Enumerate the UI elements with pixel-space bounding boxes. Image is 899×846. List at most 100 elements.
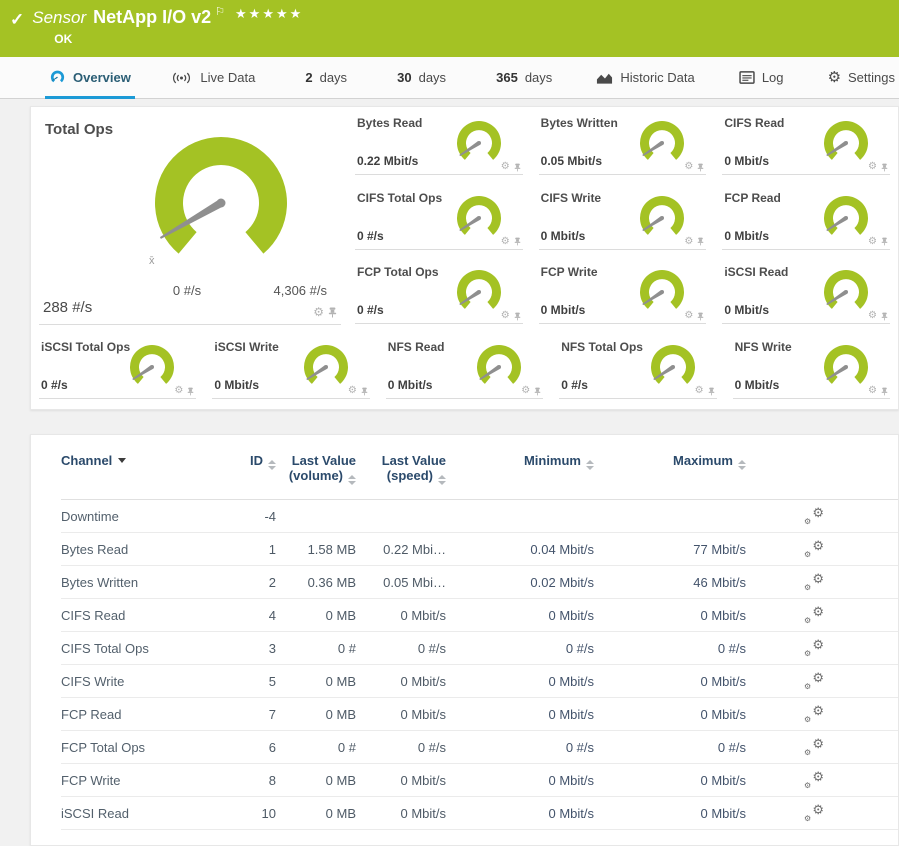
channel-name-cell: FCP Write bbox=[61, 773, 236, 788]
channel-gauge[interactable]: Bytes Written 0.05 Mbit/s ⚙ bbox=[539, 113, 707, 175]
gauge-settings-icon[interactable]: ⚙ bbox=[501, 237, 510, 247]
channel-gauge[interactable]: CIFS Total Ops 0 #/s ⚙ bbox=[355, 188, 523, 250]
gauge-settings-icon[interactable]: ⚙ bbox=[521, 386, 530, 396]
gauge-settings-icon[interactable]: ⚙ bbox=[684, 162, 693, 172]
gauge-settings-icon[interactable]: ⚙ bbox=[868, 237, 877, 247]
pin-icon[interactable] bbox=[881, 163, 888, 172]
tab-historic-data[interactable]: Historic Data bbox=[592, 57, 698, 98]
channel-gauge[interactable]: iSCSI Read 0 Mbit/s ⚙ bbox=[722, 262, 890, 324]
tab-bar: Overview Live Data 2 days 30 days 365 da… bbox=[0, 57, 899, 99]
maximum-cell: 0 Mbit/s bbox=[594, 806, 746, 821]
flag-icon[interactable]: ⚐ bbox=[215, 5, 225, 18]
sort-icon[interactable] bbox=[738, 460, 746, 470]
channel-gauge[interactable]: FCP Write 0 Mbit/s ⚙ bbox=[539, 262, 707, 324]
channel-settings-icon[interactable]: ⚙⚙ bbox=[804, 706, 824, 723]
gauge-settings-icon[interactable]: ⚙ bbox=[684, 237, 693, 247]
tab-live-data[interactable]: Live Data bbox=[166, 57, 259, 98]
gauge-title: Bytes Written bbox=[541, 116, 618, 130]
column-header-channel[interactable]: Channel bbox=[61, 453, 236, 485]
tab-30-days[interactable]: 30 days bbox=[393, 57, 450, 98]
channel-settings-icon[interactable]: ⚙⚙ bbox=[804, 739, 824, 756]
channel-settings-icon[interactable]: ⚙⚙ bbox=[804, 541, 824, 558]
gauge-value: 0 Mbit/s bbox=[541, 303, 586, 317]
gauge-dial bbox=[818, 343, 874, 393]
channel-settings-icon[interactable]: ⚙⚙ bbox=[804, 673, 824, 690]
last-value-speed-cell: 0 Mbit/s bbox=[356, 806, 446, 821]
channel-settings-icon[interactable]: ⚙⚙ bbox=[804, 640, 824, 657]
tab-365-days[interactable]: 365 days bbox=[492, 57, 556, 98]
sort-icon[interactable] bbox=[348, 475, 356, 485]
pin-icon[interactable] bbox=[361, 387, 368, 396]
pin-icon[interactable] bbox=[881, 387, 888, 396]
minimum-cell: 0.02 Mbit/s bbox=[446, 575, 594, 590]
channel-gauge[interactable]: NFS Total Ops 0 #/s ⚙ bbox=[559, 337, 716, 399]
channel-settings-icon[interactable]: ⚙⚙ bbox=[804, 607, 824, 624]
gauge-settings-icon[interactable]: ⚙ bbox=[695, 386, 704, 396]
pin-icon[interactable] bbox=[514, 163, 521, 172]
gauge-settings-icon[interactable]: ⚙ bbox=[868, 386, 877, 396]
area-chart-icon bbox=[596, 71, 613, 85]
gauge-settings-icon[interactable]: ⚙ bbox=[868, 162, 877, 172]
main-gauge-total-ops[interactable]: Total Ops x̄ 0 #/s 4,306 #/s 288 #/s ⚙ bbox=[39, 113, 341, 325]
channel-gauge[interactable]: CIFS Write 0 Mbit/s ⚙ bbox=[539, 188, 707, 250]
channel-gauge[interactable]: CIFS Read 0 Mbit/s ⚙ bbox=[722, 113, 890, 175]
gauge-settings-icon[interactable]: ⚙ bbox=[313, 306, 324, 318]
channel-gauge[interactable]: iSCSI Total Ops 0 #/s ⚙ bbox=[39, 337, 196, 399]
id-cell: 4 bbox=[236, 608, 276, 623]
sort-icon[interactable] bbox=[586, 460, 594, 470]
column-header-last-value-speed[interactable]: Last Value (speed) bbox=[356, 453, 446, 485]
last-value-volume-cell: 0.36 MB bbox=[276, 575, 356, 590]
pin-icon[interactable] bbox=[881, 237, 888, 246]
gauge-dial bbox=[634, 119, 690, 169]
pin-icon[interactable] bbox=[697, 163, 704, 172]
channel-name-cell: FCP Read bbox=[61, 707, 236, 722]
last-value-volume-cell: 1.58 MB bbox=[276, 542, 356, 557]
tab-log[interactable]: Log bbox=[735, 57, 788, 98]
gauge-settings-icon[interactable]: ⚙ bbox=[501, 162, 510, 172]
column-header-last-value-volume[interactable]: Last Value (volume) bbox=[276, 453, 356, 485]
pin-icon[interactable] bbox=[534, 387, 541, 396]
pin-icon[interactable] bbox=[328, 307, 337, 318]
page-content: Total Ops x̄ 0 #/s 4,306 #/s 288 #/s ⚙ bbox=[0, 99, 899, 846]
tab-overview[interactable]: Overview bbox=[45, 57, 135, 98]
pin-icon[interactable] bbox=[514, 312, 521, 321]
channel-settings-icon[interactable]: ⚙⚙ bbox=[804, 574, 824, 591]
channel-settings-icon[interactable]: ⚙⚙ bbox=[804, 772, 824, 789]
pin-icon[interactable] bbox=[187, 387, 194, 396]
gauge-dial bbox=[818, 194, 874, 244]
gauge-settings-icon[interactable]: ⚙ bbox=[501, 311, 510, 321]
gauge-title: CIFS Write bbox=[541, 191, 601, 205]
column-header-maximum[interactable]: Maximum bbox=[594, 453, 746, 485]
pin-icon[interactable] bbox=[697, 312, 704, 321]
sort-icon[interactable] bbox=[268, 460, 276, 470]
column-header-minimum[interactable]: Minimum bbox=[446, 453, 594, 485]
column-header-id[interactable]: ID bbox=[236, 453, 276, 485]
channel-gauge[interactable]: FCP Read 0 Mbit/s ⚙ bbox=[722, 188, 890, 250]
tab-2-days[interactable]: 2 days bbox=[301, 57, 351, 98]
channel-gauge[interactable]: Bytes Read 0.22 Mbit/s ⚙ bbox=[355, 113, 523, 175]
channel-gauge[interactable]: NFS Write 0 Mbit/s ⚙ bbox=[733, 337, 890, 399]
table-row: FCP Total Ops 6 0 # 0 #/s 0 #/s 0 #/s ⚙⚙ bbox=[61, 731, 898, 764]
channel-settings-icon[interactable]: ⚙⚙ bbox=[804, 805, 824, 822]
channel-gauge[interactable]: FCP Total Ops 0 #/s ⚙ bbox=[355, 262, 523, 324]
priority-stars[interactable]: ★★★★★ bbox=[235, 6, 303, 22]
gauge-settings-icon[interactable]: ⚙ bbox=[868, 311, 877, 321]
sort-icon[interactable] bbox=[438, 475, 446, 485]
gauge-dial bbox=[451, 268, 507, 318]
pin-icon[interactable] bbox=[708, 387, 715, 396]
gauge-value: 0 Mbit/s bbox=[724, 303, 769, 317]
gauge-settings-icon[interactable]: ⚙ bbox=[174, 386, 183, 396]
table-header-row: Channel ID Last Value (volume) Last Valu… bbox=[61, 453, 898, 500]
object-kind-label: Sensor bbox=[32, 8, 86, 28]
tab-settings[interactable]: ⚙ Settings bbox=[824, 57, 899, 98]
gauge-dial bbox=[818, 268, 874, 318]
channel-settings-icon[interactable]: ⚙⚙ bbox=[804, 508, 824, 525]
gauge-settings-icon[interactable]: ⚙ bbox=[684, 311, 693, 321]
channel-gauge[interactable]: NFS Read 0 Mbit/s ⚙ bbox=[386, 337, 543, 399]
channel-filter-arrow[interactable] bbox=[118, 458, 126, 463]
pin-icon[interactable] bbox=[881, 312, 888, 321]
gauge-settings-icon[interactable]: ⚙ bbox=[348, 386, 357, 396]
pin-icon[interactable] bbox=[697, 237, 704, 246]
channel-gauge[interactable]: iSCSI Write 0 Mbit/s ⚙ bbox=[212, 337, 369, 399]
pin-icon[interactable] bbox=[514, 237, 521, 246]
